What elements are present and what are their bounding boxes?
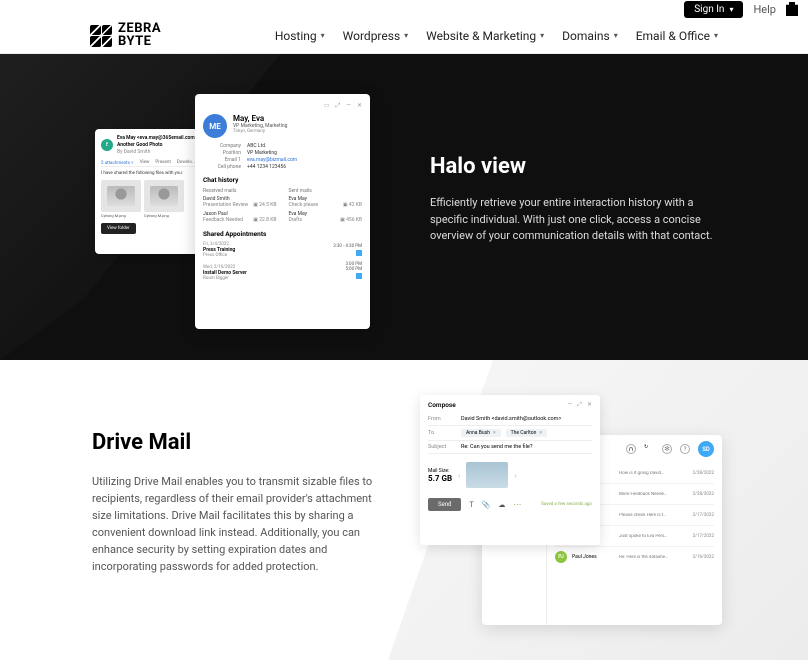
nav-wordpress[interactable]: Wordpress: [343, 29, 409, 43]
help-icon[interactable]: [680, 444, 690, 454]
user-avatar[interactable]: SD: [698, 441, 714, 457]
recipient-chip[interactable]: The Carlton: [506, 429, 547, 437]
drive-desc: Utilizing Drive Mail enables you to tran…: [92, 473, 382, 575]
drive-illustration: ➤Sent 🗑Spam 🗑Trash › My folders+ ↻ SD CD…: [420, 395, 730, 645]
halo-title: Halo view: [430, 154, 730, 179]
save-status: Saved a few seconds ago: [541, 502, 592, 507]
send-button[interactable]: Send: [428, 498, 461, 511]
bell-icon[interactable]: [626, 444, 636, 454]
text-format-icon[interactable]: T: [469, 501, 473, 509]
minimize-icon[interactable]: —: [346, 102, 351, 110]
halo-illustration: E Eva May <eva.may@365email.com> Another…: [95, 94, 365, 339]
card-icon[interactable]: ▭: [324, 102, 330, 110]
gear-icon[interactable]: [662, 444, 672, 454]
brand-logo[interactable]: ZEBRABYTE: [90, 23, 161, 48]
refresh-icon[interactable]: ↻: [644, 444, 654, 454]
nav-hosting[interactable]: Hosting: [275, 29, 325, 43]
cloud-icon[interactable]: ☁: [498, 501, 505, 509]
view-folder-button[interactable]: View folder: [101, 223, 136, 234]
brand-name: ZEBRABYTE: [118, 23, 161, 48]
profile-avatar: ME: [203, 114, 227, 138]
msg-row[interactable]: PJPaul JonesRe: Here is the datashe…2/16…: [555, 547, 714, 567]
next-icon[interactable]: ›: [514, 471, 516, 480]
attach-icon[interactable]: 📎: [482, 501, 491, 509]
logo-icon: [90, 25, 112, 47]
close-icon[interactable]: ✕: [357, 102, 362, 110]
nav-website[interactable]: Website & Marketing: [426, 29, 544, 43]
signin-button[interactable]: Sign In: [684, 1, 743, 18]
more-icon[interactable]: ⋯: [513, 500, 521, 509]
profile-card: ▭⤢—✕ ME May, Eva VP Marketing, Marketing…: [195, 94, 370, 329]
nav-email[interactable]: Email & Office: [636, 29, 718, 43]
compose-card: Compose —⤢✕ FromDavid Smith <david.smith…: [420, 395, 600, 545]
sender-avatar: E: [101, 139, 113, 151]
drive-title: Drive Mail: [92, 430, 382, 455]
minimize-icon[interactable]: —: [567, 401, 572, 409]
close-icon[interactable]: ✕: [587, 401, 592, 409]
expand-icon[interactable]: ⤢: [335, 102, 340, 110]
halo-desc: Efficiently retrieve your entire interac…: [430, 195, 730, 245]
expand-icon[interactable]: ⤢: [577, 401, 582, 409]
cart-icon[interactable]: [786, 2, 798, 16]
prev-icon[interactable]: ‹: [458, 471, 460, 480]
recipient-chip[interactable]: Anna Bush: [461, 429, 501, 437]
attachment-thumb: [466, 462, 508, 488]
nav-domains[interactable]: Domains: [562, 29, 618, 43]
help-link[interactable]: Help: [753, 3, 776, 16]
